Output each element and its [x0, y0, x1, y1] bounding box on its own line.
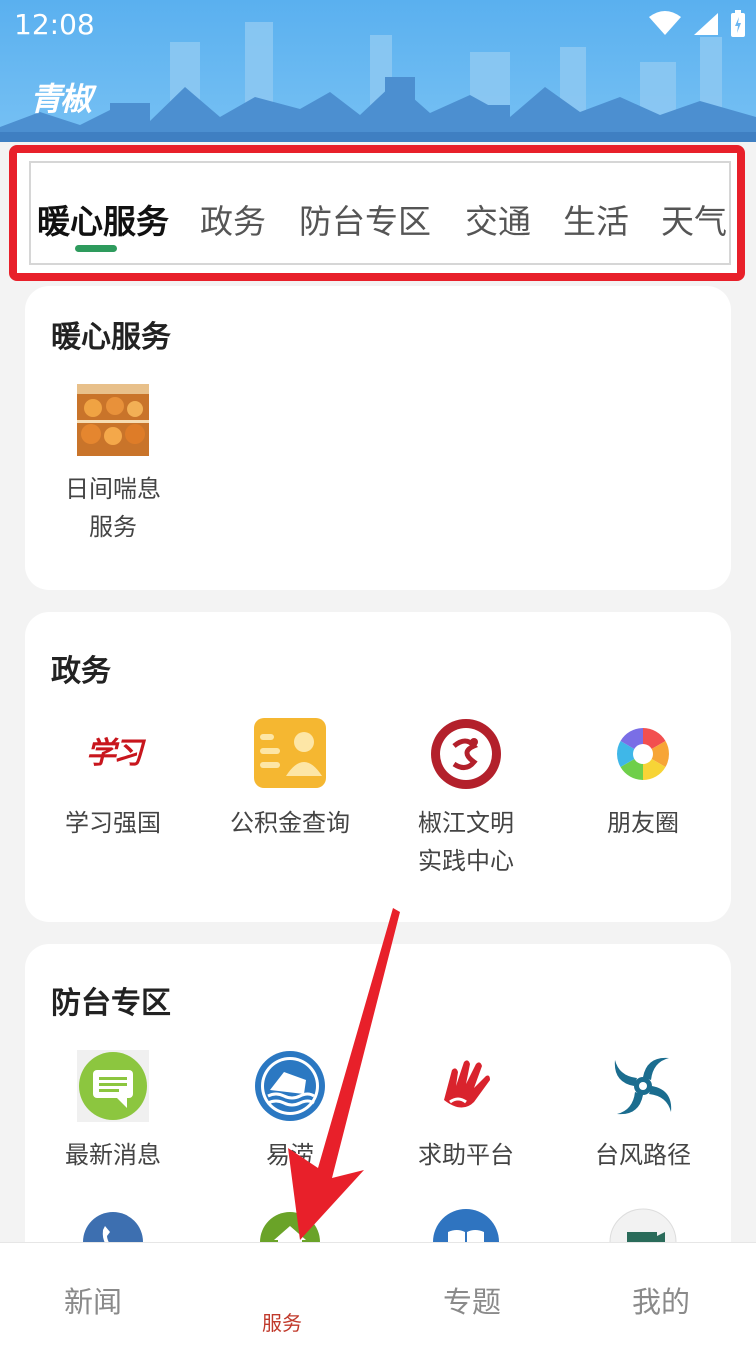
service-item-label: 台风路径: [595, 1141, 691, 1169]
fund-card-icon: [254, 718, 326, 790]
helping-hand-icon: [430, 1050, 502, 1122]
service-item-label: 日间喘息 服务: [65, 475, 161, 541]
service-item-label: 求助平台: [418, 1141, 514, 1169]
service-item-label: 椒江文明 实践中心: [418, 809, 514, 875]
nav-topics[interactable]: 专题: [443, 1279, 501, 1321]
city-skyline-illustration: [0, 22, 756, 142]
service-item-flood[interactable]: 易涝: [202, 1050, 378, 1174]
typhoon-zone-card: 防台专区 最新消息 易涝 求助平台 台风路径: [25, 944, 731, 1276]
status-icons: [648, 10, 746, 38]
aperture-icon: [607, 718, 679, 790]
service-item-xuexi[interactable]: 学习 学习强国: [25, 718, 201, 842]
card-title: 政务: [51, 654, 111, 689]
signal-icon: [694, 13, 718, 35]
nav-news[interactable]: 新闻: [64, 1279, 122, 1321]
xuexi-logo-icon: 学习: [86, 736, 143, 771]
battery-icon: [731, 10, 745, 37]
message-bubble-icon: [77, 1050, 149, 1122]
nav-mine[interactable]: 我的: [632, 1279, 690, 1321]
service-item-civilization-center[interactable]: 椒江文明 实践中心: [378, 718, 554, 880]
service-item-daytime-respite[interactable]: 日间喘息 服务: [25, 384, 201, 546]
app-header: 12:08 青椒: [0, 0, 756, 142]
card-title: 防台专区: [51, 986, 171, 1021]
nav-services[interactable]: 服务: [262, 1307, 302, 1336]
tab-typhoon-zone[interactable]: 防台专区: [299, 195, 431, 243]
tab-government[interactable]: 政务: [200, 195, 266, 243]
wifi-icon: [649, 11, 681, 35]
service-item-label: 朋友圈: [607, 809, 679, 837]
tab-warm-service[interactable]: 暖心服务: [37, 195, 169, 243]
service-item-latest-news[interactable]: 最新消息: [25, 1050, 201, 1174]
typhoon-icon: [607, 1050, 679, 1122]
active-tab-indicator: [75, 245, 117, 252]
tab-life[interactable]: 生活: [563, 195, 629, 243]
flood-house-icon: [254, 1050, 326, 1122]
service-item-typhoon-track[interactable]: 台风路径: [555, 1050, 731, 1174]
civilization-badge-icon: [430, 718, 502, 790]
service-item-label: 最新消息: [65, 1141, 161, 1169]
warm-service-card: 暖心服务 日间喘息 服务: [25, 286, 731, 590]
category-tabs: 暖心服务 政务 防台专区 交通 生活 天气: [29, 161, 731, 265]
service-item-help-platform[interactable]: 求助平台: [378, 1050, 554, 1174]
status-time: 12:08: [14, 8, 95, 41]
tab-weather[interactable]: 天气: [661, 195, 727, 243]
service-item-label: 学习强国: [65, 809, 161, 837]
service-item-moments[interactable]: 朋友圈: [555, 718, 731, 842]
service-item-label: 公积金查询: [230, 809, 350, 837]
bottom-navigation: 新闻 服务 专题 我的: [0, 1242, 756, 1346]
service-item-label: 易涝: [266, 1141, 314, 1169]
service-item-housing-fund[interactable]: 公积金查询: [202, 718, 378, 842]
card-title: 暖心服务: [51, 320, 171, 355]
bakery-photo-icon: [77, 384, 149, 456]
app-logo: 青椒: [30, 80, 92, 118]
tab-traffic[interactable]: 交通: [465, 195, 531, 243]
government-card: 政务 学习 学习强国 公积金查询 椒江文明 实践中心 朋友圈: [25, 612, 731, 922]
category-tabs-highlight: 暖心服务 政务 防台专区 交通 生活 天气: [9, 145, 745, 281]
